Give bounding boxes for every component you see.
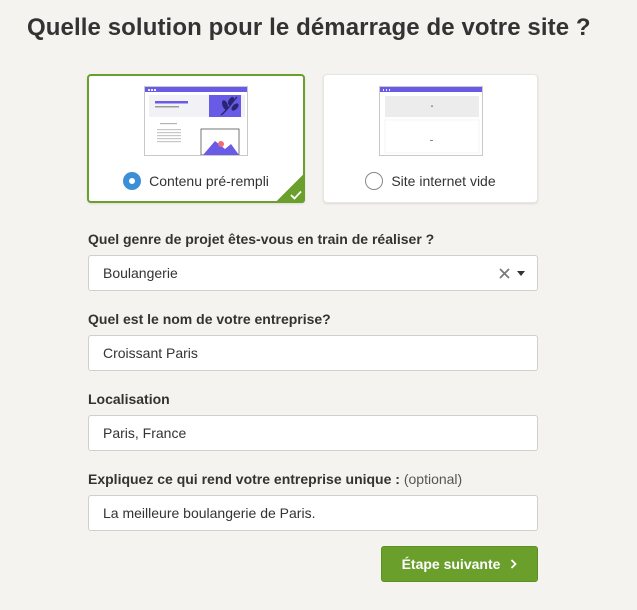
prefilled-radio-row[interactable]: Contenu pré-rempli [89,172,303,190]
location-input[interactable]: Paris, France [88,415,538,451]
chevron-right-icon [511,559,518,569]
selected-check-badge [275,173,305,203]
empty-site-radio[interactable] [365,172,384,190]
prefilled-preview-thumbnail [144,86,248,156]
project-type-select[interactable]: Boulangerie [88,255,538,291]
project-type-value: Boulangerie [103,265,178,281]
empty-preview-thumbnail [378,86,483,156]
company-name-input[interactable]: Croissant Paris [88,335,538,371]
location-value: Paris, France [103,425,187,441]
check-icon [290,190,302,200]
location-label: Localisation [88,391,170,407]
empty-site-radio-row[interactable]: Site internet vide [324,172,537,190]
clear-x-icon[interactable] [499,267,510,279]
unique-label-text: Expliquez ce qui rend votre entreprise u… [88,471,400,487]
company-name-label: Quel est le nom de votre entreprise? [88,311,331,327]
company-name-value: Croissant Paris [103,345,198,361]
next-step-button[interactable]: Étape suivante [381,546,538,582]
unique-label: Expliquez ce qui rend votre entreprise u… [88,471,462,487]
next-step-label: Étape suivante [401,556,501,572]
page-title: Quelle solution pour le démarrage de vot… [27,14,591,41]
option-card-prefilled[interactable]: Contenu pré-rempli [87,74,305,203]
caret-down-icon[interactable] [517,270,525,276]
empty-site-option-label: Site internet vide [391,173,496,189]
prefilled-radio[interactable] [123,172,142,190]
option-card-empty-site[interactable]: Site internet vide [323,74,538,203]
unique-value: La meilleure boulangerie de Paris. [103,505,316,521]
prefilled-option-label: Contenu pré-rempli [149,173,269,189]
optional-tag: (optional) [403,471,463,487]
unique-input[interactable]: La meilleure boulangerie de Paris. [88,495,538,531]
project-type-label: Quel genre de projet êtes-vous en train … [88,231,435,247]
